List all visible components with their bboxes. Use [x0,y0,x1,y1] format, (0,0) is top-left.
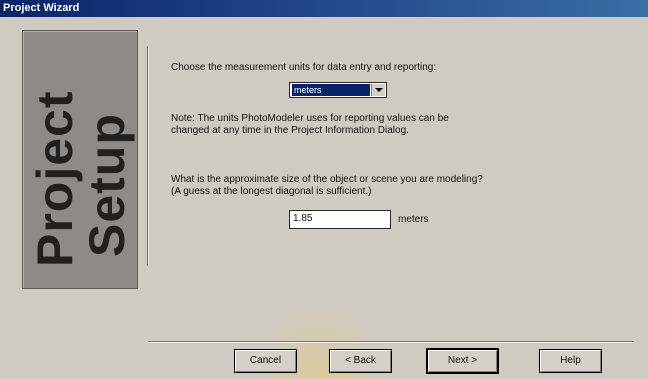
units-dropdown[interactable]: meters [289,82,387,98]
back-button[interactable]: < Back [329,349,392,373]
size-input[interactable]: 1.85 [289,210,391,229]
title-bar: Project Wizard [0,0,648,17]
banner-text-line2: Setup [79,113,135,257]
next-button[interactable]: Next > [426,348,499,374]
chevron-down-icon[interactable] [371,84,385,96]
units-note-line1: Note: The units PhotoModeler uses for re… [171,113,449,124]
cancel-button[interactable]: Cancel [234,349,297,373]
units-note-line2: changed at any time in the Project Infor… [171,125,409,136]
horizontal-divider [148,341,634,343]
project-wizard-window: Project Wizard Project Setup Choose the … [0,0,648,379]
banner-text-line1: Project [27,90,83,267]
vertical-divider [147,46,149,266]
size-question-line1: What is the approximate size of the obje… [171,174,483,185]
help-button[interactable]: Help [539,349,602,373]
window-title: Project Wizard [3,2,80,14]
units-prompt: Choose the measurement units for data en… [171,62,437,73]
project-setup-banner: Project Setup [22,30,138,289]
units-selected-value: meters [292,84,370,96]
size-question-line2: (A guess at the longest diagonal is suff… [171,186,372,197]
size-unit-label: meters [398,214,429,225]
